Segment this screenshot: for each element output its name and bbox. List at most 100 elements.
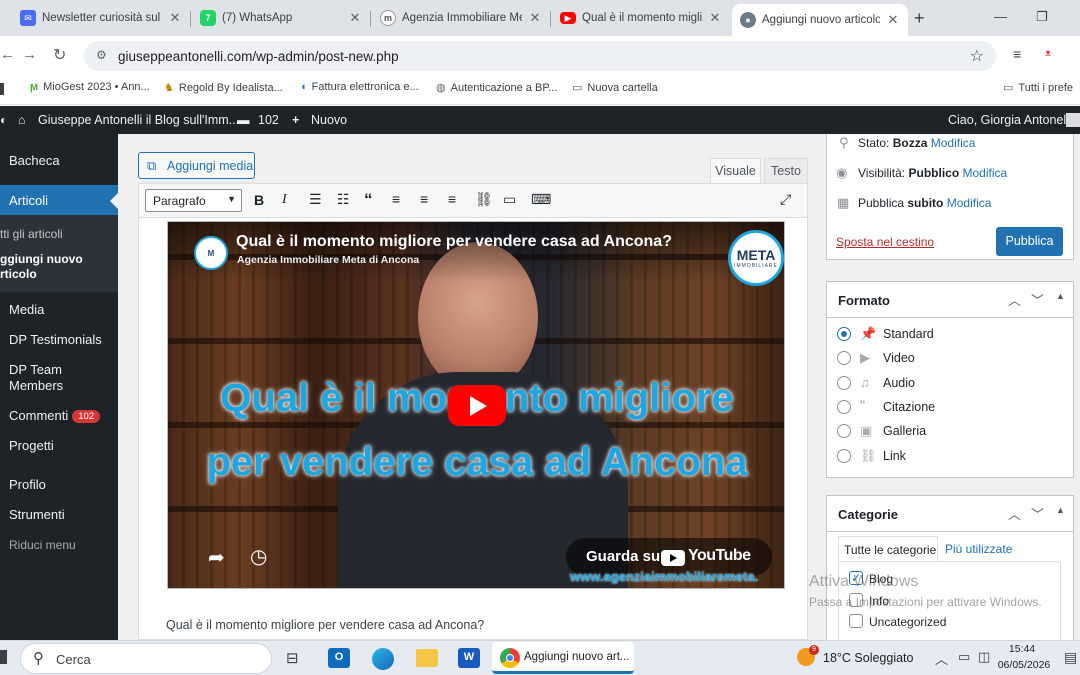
sidebar-item-team-line2[interactable]: Members [9, 378, 63, 393]
edit-status-link[interactable]: Modifica [931, 136, 976, 150]
collapse-menu[interactable]: Riduci menu [9, 538, 76, 552]
submenu-add-new-line2[interactable]: rticolo [0, 267, 37, 281]
media-control-icon[interactable]: ≡ [1013, 46, 1021, 62]
radio-video[interactable] [837, 351, 851, 365]
category-uncategorized-label[interactable]: Uncategorized [869, 615, 946, 629]
format-galleria-label[interactable]: Galleria [883, 424, 926, 438]
radio-audio[interactable] [837, 376, 851, 390]
radio-link[interactable] [837, 449, 851, 463]
outlook-icon[interactable]: O [328, 648, 350, 668]
chevron-down-icon[interactable]: ﹀ [1031, 504, 1044, 523]
video-channel[interactable]: Agenzia Immobiliare Meta di Ancona [237, 254, 419, 266]
link-icon[interactable]: ⛓ [475, 191, 493, 208]
bookmark-autenticazione[interactable]: ◍ Autenticazione a BP... [436, 81, 557, 95]
bookmark-miogest[interactable]: ϻ MioGest 2023 • Ann... [30, 81, 150, 93]
start-icon[interactable] [0, 650, 7, 664]
bookmark-star-icon[interactable]: ☆ [970, 46, 984, 66]
format-link-label[interactable]: Link [883, 449, 906, 463]
add-media-button[interactable]: ⧉ Aggiungi media [138, 152, 255, 179]
clock-date[interactable]: 06/05/2026 [994, 659, 1054, 671]
tab-newsletter[interactable]: ✉ Newsletter curiosità sul m ✕ [12, 4, 190, 32]
display-icon[interactable]: ▭ [958, 649, 970, 665]
submenu-add-new[interactable]: ggiungi nuovo [0, 252, 83, 266]
read-more-icon[interactable]: ▭ [503, 191, 516, 208]
sidebar-item-profilo[interactable]: Profilo [9, 477, 46, 492]
edit-schedule-link[interactable]: Modifica [947, 196, 992, 210]
chevron-up-icon[interactable]: ︿ [1008, 504, 1021, 523]
format-video-label[interactable]: Video [883, 351, 915, 365]
watch-later-icon[interactable]: ◷ [250, 544, 267, 569]
tab-youtube[interactable]: ▶ Qual è il momento miglio ✕ [552, 4, 730, 32]
reload-icon[interactable]: ↻ [53, 45, 66, 65]
avatar[interactable] [1066, 113, 1080, 127]
wp-logo-icon[interactable]: ◐ [0, 113, 7, 127]
radio-galleria[interactable] [837, 424, 851, 438]
all-bookmarks[interactable]: ▭ Tutti i prefe [1003, 81, 1073, 95]
categories-box-header[interactable]: Categorie ︿ ﹀ ▲ [827, 496, 1073, 532]
tab-most-used[interactable]: Più utilizzate [945, 542, 1012, 556]
tab-visuale[interactable]: Visuale [710, 158, 761, 184]
quote-icon[interactable]: “ [364, 190, 373, 210]
restore-button[interactable]: ❐ [1036, 9, 1048, 25]
format-audio-label[interactable]: Audio [883, 376, 915, 390]
radio-citazione[interactable] [837, 400, 851, 414]
format-citazione-label[interactable]: Citazione [883, 400, 935, 414]
apps-icon[interactable] [0, 83, 4, 95]
sidebar-item-media[interactable]: Media [9, 302, 44, 317]
back-icon[interactable]: ← [0, 46, 15, 63]
checkbox-uncategorized[interactable] [849, 614, 863, 628]
bold-icon[interactable]: B [254, 192, 264, 208]
file-explorer-icon[interactable] [416, 649, 438, 667]
publish-button[interactable]: Pubblica [996, 227, 1063, 256]
sidebar-item-articoli[interactable]: Articoli [9, 193, 48, 208]
comments-count[interactable]: 102 [258, 113, 279, 127]
edit-visibility-link[interactable]: Modifica [963, 166, 1008, 180]
clock-time[interactable]: 15:44 [1000, 643, 1044, 655]
sidebar-item-progetti[interactable]: Progetti [9, 438, 54, 453]
forward-icon[interactable]: → [22, 46, 37, 63]
tab-aggiungi-articolo[interactable]: ● Aggiungi nuovo articolo ✕ [732, 4, 908, 36]
align-center-icon[interactable]: ≡ [420, 191, 428, 207]
close-tab-icon[interactable]: ✕ [528, 10, 542, 26]
extension-icon[interactable]: ᴥ [1045, 48, 1051, 59]
user-greeting[interactable]: Ciao, Giorgia Antonelli [948, 113, 1072, 127]
taskbar-search[interactable]: ⚲ Cerca [20, 643, 272, 674]
tab-whatsapp[interactable]: 7 (7) WhatsApp ✕ [192, 4, 370, 32]
taskbar-chrome-window[interactable]: Aggiungi nuovo art... [492, 642, 634, 674]
address-bar[interactable]: ⚙ giuseppeantonelli.com/wp-admin/post-ne… [84, 41, 996, 71]
post-body-text[interactable]: Qual è il momento migliore per vendere c… [166, 618, 484, 632]
radio-standard[interactable] [837, 327, 851, 341]
align-right-icon[interactable]: ≡ [448, 191, 456, 207]
format-box-header[interactable]: Formato ︿ ﹀ ▲ [827, 282, 1073, 318]
trash-link[interactable]: Sposta nel cestino [836, 235, 934, 249]
chevron-down-icon[interactable]: ﹀ [1031, 290, 1044, 309]
site-name[interactable]: Giuseppe Antonelli il Blog sull'Imm... [38, 113, 239, 127]
tab-agenzia[interactable]: m Agenzia Immobiliare Met ✕ [372, 4, 550, 32]
bookmark-fattura[interactable]: ◖ Fattura elettronica e... [300, 81, 419, 93]
close-tab-icon[interactable]: ✕ [886, 12, 900, 28]
minimize-button[interactable]: — [994, 9, 1007, 24]
italic-icon[interactable]: I [282, 192, 287, 208]
tray-chevron-icon[interactable]: ︿ [935, 649, 948, 668]
sidebar-item-commenti[interactable]: Commenti 102 [9, 408, 101, 423]
sidebar-item-testimonials[interactable]: DP Testimonials [9, 332, 102, 347]
channel-avatar[interactable]: M [194, 236, 228, 270]
tab-all-categories[interactable]: Tutte le categorie [838, 536, 938, 562]
fullscreen-icon[interactable]: ⤢ [780, 191, 791, 208]
site-info-icon[interactable]: ⚙ [96, 48, 107, 62]
new-tab-button[interactable]: + [914, 8, 925, 29]
submenu-all-posts[interactable]: tti gli articoli [0, 227, 63, 241]
sidebar-item-bacheca[interactable]: Bacheca [9, 153, 60, 168]
edge-icon[interactable] [372, 648, 394, 670]
task-view-icon[interactable]: ⊟ [286, 649, 299, 667]
sidebar-item-team[interactable]: DP Team [9, 362, 62, 377]
toolbar-toggle-icon[interactable]: ⌨ [531, 191, 551, 208]
notification-icon[interactable]: ▤ [1064, 649, 1077, 666]
bookmark-regold[interactable]: ♞ Regold By Idealista... [164, 81, 283, 95]
chevron-up-icon[interactable]: ︿ [1008, 290, 1021, 309]
word-icon[interactable]: W [458, 648, 480, 668]
bullet-list-icon[interactable]: ☰ [309, 191, 322, 208]
youtube-embed[interactable]: M Qual è il momento migliore per vendere… [167, 221, 785, 589]
share-icon[interactable]: ➦ [208, 545, 225, 570]
collapse-icon[interactable]: ▲ [1056, 291, 1065, 301]
